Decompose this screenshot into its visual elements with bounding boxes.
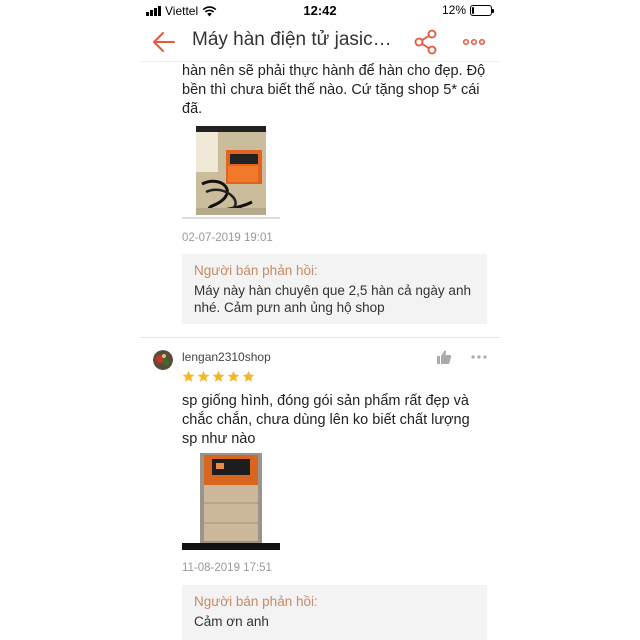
review-photo[interactable] <box>182 122 280 219</box>
star-rating <box>182 370 255 383</box>
share-icon[interactable] <box>412 28 440 56</box>
page-title: Máy hàn điện tử jasic… <box>192 29 392 50</box>
star-icon <box>242 370 255 382</box>
status-bar: Viettel 12:42 12% <box>140 0 500 22</box>
review-photo[interactable] <box>182 453 280 550</box>
nav-bar: Máy hàn điện tử jasic… <box>140 22 500 62</box>
phone-screen: Viettel 12:42 12% Máy hàn điện tử jasic… <box>140 0 500 640</box>
review-date: 02-07-2019 19:01 <box>182 232 273 244</box>
star-icon <box>212 370 225 382</box>
battery-percent: 12% <box>441 3 466 17</box>
battery-icon <box>470 4 494 16</box>
seller-reply-text: Máy này hàn chuyên que 2,5 hàn cả ngày a… <box>194 283 471 315</box>
divider <box>140 337 500 338</box>
battery-level <box>472 6 474 14</box>
seller-reply-text: Cảm ơn anh <box>194 614 269 629</box>
more-icon[interactable] <box>458 28 490 56</box>
reviews-list: hàn nên sẽ phải thực hành để hàn cho đẹp… <box>140 62 500 640</box>
more-options-icon[interactable] <box>470 349 488 365</box>
review-date: 11-08-2019 17:51 <box>182 562 272 574</box>
seller-reply-box: Người bán phản hồi: Máy này hàn chuyên q… <box>182 254 487 324</box>
star-icon <box>182 370 195 382</box>
seller-reply-label: Người bán phản hồi: <box>194 263 318 278</box>
thumbs-up-icon[interactable] <box>436 349 452 365</box>
star-icon <box>197 370 210 382</box>
back-arrow-icon[interactable] <box>150 28 178 56</box>
seller-reply-box: Người bán phản hồi: Cảm ơn anh <box>182 585 487 640</box>
avatar <box>153 350 173 370</box>
star-icon <box>227 370 240 382</box>
status-right: 12% <box>441 3 494 17</box>
reviewer-username[interactable]: lengan2310shop <box>182 350 271 364</box>
review-text: hàn nên sẽ phải thực hành để hàn cho đẹp… <box>182 63 486 117</box>
seller-reply-label: Người bán phản hồi: <box>194 594 318 609</box>
review-text: sp giống hình, đóng gói sản phẩm rất đẹp… <box>182 393 470 447</box>
